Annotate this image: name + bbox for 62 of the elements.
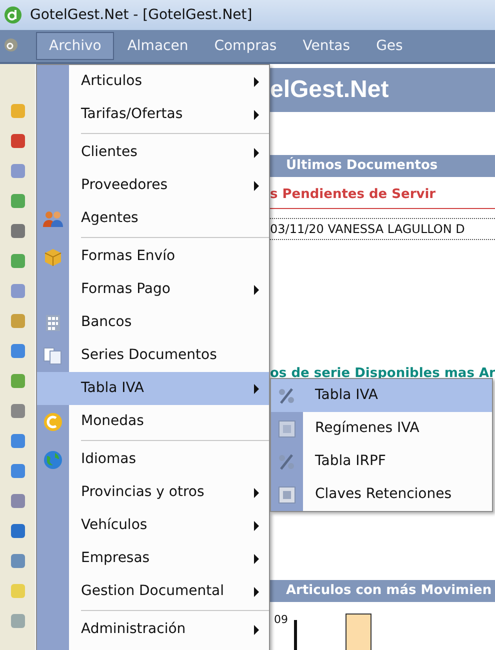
percent-icon (277, 452, 297, 470)
submenu-arrow-icon (254, 520, 259, 530)
axis-label: 09 (273, 612, 289, 628)
menu-item[interactable]: Regímenes IVA (271, 412, 492, 445)
toolbar-icon[interactable] (10, 134, 24, 148)
toolbar-icon[interactable] (10, 464, 24, 478)
percent-icon (277, 386, 297, 404)
pages-icon (43, 346, 63, 364)
toolbar-icon[interactable] (10, 554, 24, 568)
menu-item[interactable]: Proveedores (37, 169, 269, 202)
globe-icon (43, 450, 63, 470)
submenu-arrow-icon (254, 284, 259, 294)
building-icon (44, 314, 62, 332)
submenu-arrow-icon (254, 488, 259, 498)
section-title: Últimos Documentos (270, 155, 495, 177)
toolbar-icon[interactable] (10, 614, 24, 628)
submenu-arrow-icon (254, 110, 259, 120)
toolbar-icon[interactable] (10, 194, 24, 208)
menu-item[interactable]: Tabla IVA (271, 379, 492, 412)
menu-item[interactable]: Tarifas/Ofertas (37, 98, 269, 131)
coin-icon (43, 412, 63, 432)
window-title: GotelGest.Net - [GotelGest.Net] (30, 6, 252, 24)
toolbar-icon[interactable] (10, 524, 24, 538)
toolbar-icon[interactable] (10, 434, 24, 448)
toolbar-icon[interactable] (10, 314, 24, 328)
submenu-arrow-icon (254, 384, 259, 394)
menu-item[interactable]: Agentes (37, 202, 269, 235)
app-logo-icon (4, 6, 22, 24)
submenu-arrow-icon (254, 586, 259, 596)
menu-item[interactable]: Formas Pago (37, 273, 269, 306)
toolbar-icon[interactable] (10, 374, 24, 388)
app-logo-icon[interactable] (4, 37, 18, 53)
toolbar-icon[interactable] (10, 404, 24, 418)
menu-item[interactable]: Claves Retenciones (271, 478, 492, 511)
menu-item[interactable]: Gestion Documental (37, 575, 269, 608)
submenu-arrow-icon (254, 624, 259, 634)
toolbar-icon[interactable] (10, 164, 24, 178)
people-icon (43, 210, 63, 228)
menu-item[interactable]: Monedas (37, 405, 269, 438)
toolbar-icon[interactable] (10, 254, 24, 268)
header-title: elGest.Net (270, 68, 495, 112)
toolbar-icon[interactable] (10, 284, 24, 298)
submenu-arrow-icon (254, 554, 259, 564)
box-icon (43, 248, 63, 266)
menu-item[interactable]: Bancos (37, 306, 269, 339)
submenu-arrow-icon (254, 180, 259, 190)
toolbar-icon[interactable] (10, 224, 24, 238)
menu-item[interactable]: Vehículos (37, 509, 269, 542)
form-icon (278, 420, 296, 438)
toolbar-icon[interactable] (10, 494, 24, 508)
menu-item[interactable]: Articulos (37, 65, 269, 98)
submenu-arrow-icon (254, 148, 259, 158)
section-subtitle: s Pendientes de Servir (270, 185, 495, 208)
menu-item[interactable]: Empresas (37, 542, 269, 575)
menu-item[interactable]: Provincias y otros (37, 476, 269, 509)
document-row: 03/11/20 VANESSA LAGULLON D (270, 218, 495, 240)
menu-item[interactable]: Tabla IRPF (271, 445, 492, 478)
section-title: Articulos con más Movimien (270, 580, 495, 602)
menu-item[interactable]: Series Documentos (37, 339, 269, 372)
toolbar-icon[interactable] (10, 344, 24, 358)
menu-item[interactable]: Tabla IVA (37, 372, 269, 405)
submenu-arrow-icon (254, 76, 259, 86)
